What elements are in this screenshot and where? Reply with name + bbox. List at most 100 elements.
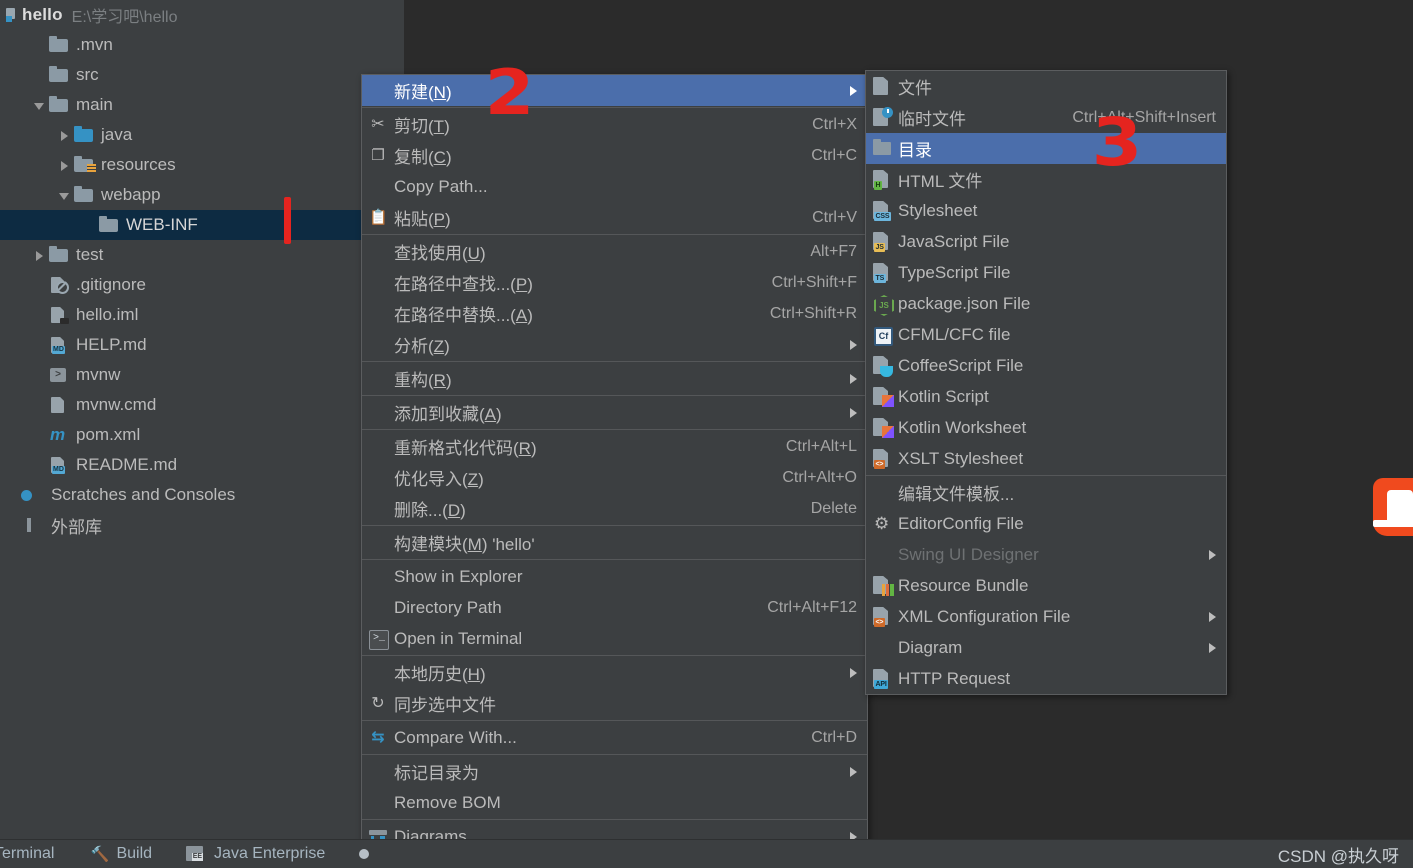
chevron-right-icon[interactable]: [56, 120, 74, 150]
menu-item[interactable]: 编辑文件模板...: [866, 477, 1226, 508]
tree-row[interactable]: java: [0, 120, 404, 150]
menu-icon-spacer: [362, 756, 394, 787]
tree-row[interactable]: resources: [0, 150, 404, 180]
menu-item[interactable]: 在路径中查找...(P) Ctrl+Shift+F: [362, 267, 867, 298]
project-root-row[interactable]: hello E:\学习吧\hello: [0, 0, 404, 30]
menu-item-label: package.json File: [898, 293, 1031, 313]
menu-item[interactable]: 标记目录为: [362, 756, 867, 787]
kotlin-file-icon: [866, 412, 898, 443]
menu-item-label: Compare With...: [394, 727, 517, 747]
tree-row[interactable]: webapp: [0, 180, 404, 210]
menu-item-shortcut: Ctrl+Alt+F12: [767, 598, 857, 616]
context-menu[interactable]: 新建(N) ✂ 剪切(T) Ctrl+X ❐ 复制(C) Ctrl+C Copy Path..…: [361, 74, 868, 853]
menu-item-label: Kotlin Worksheet: [898, 417, 1027, 437]
menu-item[interactable]: Resource Bundle: [866, 570, 1226, 601]
menu-item[interactable]: <> XSLT Stylesheet: [866, 443, 1226, 474]
tree-row[interactable]: m pom.xml: [0, 420, 404, 450]
menu-item[interactable]: ❐ 复制(C) Ctrl+C: [362, 140, 867, 171]
tree-row[interactable]: 外部库: [0, 510, 404, 540]
menu-item[interactable]: Directory Path Ctrl+Alt+F12: [362, 592, 867, 623]
chevron-right-icon: [1209, 550, 1216, 560]
tree-row[interactable]: .gitignore: [0, 270, 404, 300]
menu-item[interactable]: Kotlin Script: [866, 381, 1226, 412]
menu-item[interactable]: 优化导入(Z) Ctrl+Alt+O: [362, 462, 867, 493]
status-item-terminal[interactable]: Terminal: [0, 845, 54, 863]
tree-row[interactable]: Scratches and Consoles: [0, 480, 404, 510]
status-item-build[interactable]: 🔨 Build: [88, 845, 152, 863]
menu-item[interactable]: API HTTP Request: [866, 663, 1226, 694]
menu-item[interactable]: CSS Stylesheet: [866, 195, 1226, 226]
chevron-right-icon[interactable]: [31, 240, 49, 270]
menu-item: Swing UI Designer: [866, 539, 1226, 570]
menu-item[interactable]: 临时文件 Ctrl+Alt+Shift+Insert: [866, 102, 1226, 133]
menu-item-shortcut: Ctrl+D: [811, 728, 857, 746]
menu-item[interactable]: CoffeeScript File: [866, 350, 1226, 381]
tree-row[interactable]: MD README.md: [0, 450, 404, 480]
menu-item[interactable]: 在路径中替换...(A) Ctrl+Shift+R: [362, 298, 867, 329]
menu-item-shortcut: Ctrl+Alt+L: [785, 437, 857, 455]
menu-item[interactable]: 重构(R): [362, 363, 867, 394]
menu-item[interactable]: ⇆ Compare With... Ctrl+D: [362, 722, 867, 753]
menu-item[interactable]: 重新格式化代码(R) Ctrl+Alt+L: [362, 431, 867, 462]
iml-file-icon: [49, 306, 69, 324]
chevron-right-icon[interactable]: [56, 150, 74, 180]
menu-item[interactable]: ↻ 同步选中文件: [362, 688, 867, 719]
menu-item-shortcut: Delete: [810, 499, 857, 517]
project-tree[interactable]: .mvn src main java resources webapp WEB-INF tes…: [0, 30, 404, 540]
tree-row[interactable]: WEB-INF: [0, 210, 404, 240]
menu-item[interactable]: Cf CFML/CFC file: [866, 319, 1226, 350]
menu-item[interactable]: 📋 粘贴(P) Ctrl+V: [362, 202, 867, 233]
menu-item[interactable]: <> XML Configuration File: [866, 601, 1226, 632]
menu-item[interactable]: TS TypeScript File: [866, 257, 1226, 288]
file-icon: [866, 71, 898, 102]
menu-separator: [362, 720, 867, 721]
menu-item[interactable]: Show in Explorer: [362, 561, 867, 592]
tree-row[interactable]: > mvnw: [0, 360, 404, 390]
tree-row[interactable]: main: [0, 90, 404, 120]
folder-icon: [74, 186, 94, 203]
tree-row[interactable]: hello.iml: [0, 300, 404, 330]
menu-item[interactable]: 目录: [866, 133, 1226, 164]
tree-row[interactable]: MD HELP.md: [0, 330, 404, 360]
menu-item-label: Resource Bundle: [898, 575, 1029, 595]
menu-item[interactable]: Diagram: [866, 632, 1226, 663]
paste-icon: 📋: [369, 209, 388, 226]
new-submenu[interactable]: 文件 临时文件 Ctrl+Alt+Shift+Insert 目录 H HTML 文件 CSS…: [865, 70, 1227, 695]
chevron-down-icon[interactable]: [31, 90, 49, 120]
tree-row-label: src: [76, 65, 99, 84]
menu-item[interactable]: 删除...(D) Delete: [362, 493, 867, 524]
menu-item[interactable]: 新建(N): [362, 75, 867, 106]
chevron-down-icon[interactable]: [56, 180, 74, 210]
menu-item[interactable]: Kotlin Worksheet: [866, 412, 1226, 443]
menu-icon-spacer: [362, 561, 394, 592]
menu-item[interactable]: JS package.json File: [866, 288, 1226, 319]
kotlin-file-icon: [866, 381, 898, 412]
tree-row[interactable]: .mvn: [0, 30, 404, 60]
menu-item-label: 复制(C): [394, 148, 452, 167]
menu-item[interactable]: Copy Path...: [362, 171, 867, 202]
gitignore-file-icon: [49, 276, 69, 294]
tree-row[interactable]: test: [0, 240, 404, 270]
menu-item[interactable]: ✂ 剪切(T) Ctrl+X: [362, 109, 867, 140]
menu-item[interactable]: 分析(Z): [362, 329, 867, 360]
tree-row-label: HELP.md: [76, 335, 147, 354]
tree-row-label: webapp: [101, 185, 161, 204]
menu-item[interactable]: JS JavaScript File: [866, 226, 1226, 257]
menu-separator: [866, 475, 1226, 476]
menu-item[interactable]: 查找使用(U) Alt+F7: [362, 236, 867, 267]
tree-row[interactable]: mvnw.cmd: [0, 390, 404, 420]
menu-item[interactable]: 本地历史(H): [362, 657, 867, 688]
menu-item[interactable]: >_ Open in Terminal: [362, 623, 867, 654]
chevron-right-icon: [1209, 643, 1216, 653]
menu-item[interactable]: 添加到收藏(A): [362, 397, 867, 428]
status-item-java-enterprise[interactable]: Java Enterprise: [186, 845, 325, 863]
menu-item[interactable]: Remove BOM: [362, 787, 867, 818]
menu-item-label: 重构(R): [394, 371, 452, 390]
menu-item[interactable]: 文件: [866, 71, 1226, 102]
tree-row-label: resources: [101, 155, 176, 174]
menu-item-label: Show in Explorer: [394, 566, 523, 586]
menu-item[interactable]: ⚙ EditorConfig File: [866, 508, 1226, 539]
menu-item[interactable]: H HTML 文件: [866, 164, 1226, 195]
menu-item[interactable]: 构建模块(M) 'hello': [362, 527, 867, 558]
tree-row[interactable]: src: [0, 60, 404, 90]
